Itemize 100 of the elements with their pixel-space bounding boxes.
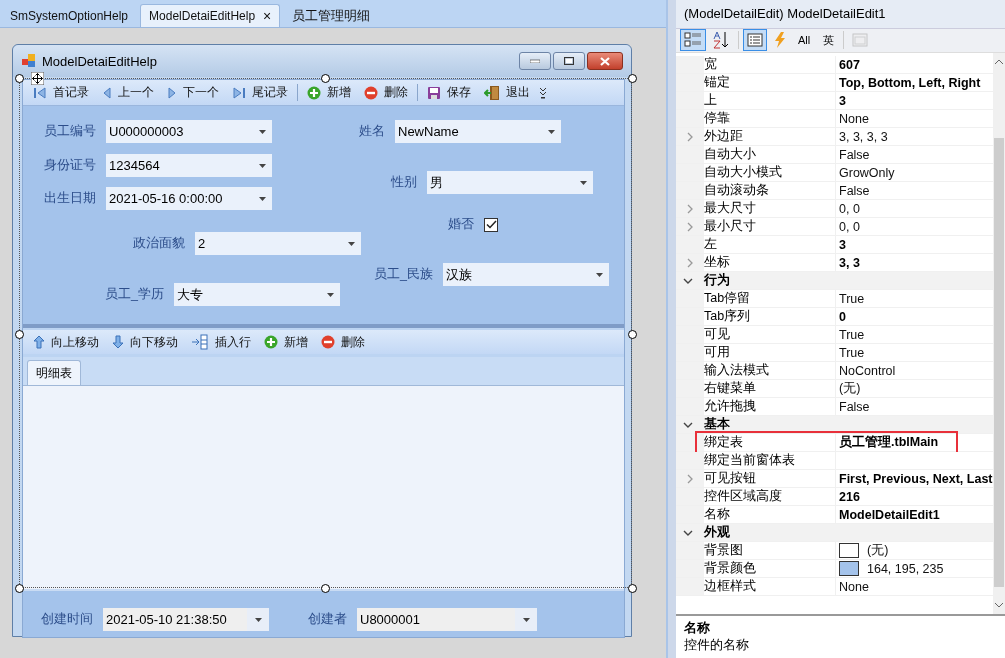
- property-row[interactable]: 输入法模式 NoControl: [676, 362, 993, 381]
- property-value[interactable]: Top, Bottom, Left, Right: [839, 75, 981, 90]
- property-row[interactable]: 可见 True: [676, 326, 993, 345]
- property-row[interactable]: 自动大小 False: [676, 146, 993, 165]
- dropdown-field[interactable]: 2021-05-16 0:00:00: [106, 187, 272, 210]
- resize-handle[interactable]: [628, 74, 637, 83]
- resize-handle[interactable]: [628, 584, 637, 593]
- property-row[interactable]: 名称 ModelDetailEdit1: [676, 506, 993, 525]
- toolbar-button[interactable]: 英: [817, 29, 839, 52]
- property-row[interactable]: 允许拖拽 False: [676, 398, 993, 417]
- property-row[interactable]: 背景颜色 164, 195, 235: [676, 560, 993, 579]
- property-row[interactable]: 上 3: [676, 92, 993, 111]
- property-value[interactable]: 0, 0: [839, 201, 860, 216]
- toolbar-button[interactable]: 尾记录: [226, 81, 294, 104]
- property-value[interactable]: 607: [839, 57, 860, 72]
- toolbar-button[interactable]: 插入行: [185, 331, 257, 353]
- property-value[interactable]: (无): [867, 542, 889, 560]
- document-tab[interactable]: 员工管理明细: [284, 5, 379, 27]
- dropdown-field[interactable]: 汉族: [443, 263, 609, 286]
- toolbar-button[interactable]: 退出: [478, 81, 536, 104]
- toolbar-button[interactable]: [680, 29, 706, 52]
- property-value[interactable]: 员工管理.tblMain: [839, 434, 939, 452]
- resize-handle[interactable]: [628, 330, 637, 339]
- dropdown-field[interactable]: 男: [427, 171, 593, 194]
- maximize-button[interactable]: [553, 52, 585, 70]
- dropdown-field[interactable]: NewName: [395, 120, 561, 143]
- property-value[interactable]: ModelDetailEdit1: [839, 507, 940, 522]
- property-row[interactable]: 最大尺寸 0, 0: [676, 200, 993, 219]
- toolbar-button[interactable]: 向下移动: [106, 331, 184, 353]
- property-row[interactable]: Tab停留 True: [676, 290, 993, 309]
- property-row[interactable]: 背景图 (无): [676, 542, 993, 561]
- move-handle-icon[interactable]: [31, 72, 44, 85]
- resize-handle[interactable]: [15, 584, 24, 593]
- property-row[interactable]: 左 3: [676, 236, 993, 255]
- property-row[interactable]: 绑定当前窗体表: [676, 452, 993, 471]
- scroll-up-icon[interactable]: [995, 59, 1003, 65]
- close-tab-button[interactable]: ×: [263, 8, 272, 24]
- resize-handle[interactable]: [321, 74, 330, 83]
- property-value[interactable]: 164, 195, 235: [867, 561, 944, 576]
- toolbar-button[interactable]: 删除: [315, 331, 371, 353]
- property-value[interactable]: False: [839, 399, 870, 414]
- property-value[interactable]: False: [839, 147, 870, 162]
- property-row[interactable]: 停靠 None: [676, 110, 993, 129]
- expand-chevron-icon[interactable]: [686, 257, 694, 268]
- expand-chevron-icon[interactable]: [686, 203, 694, 214]
- expand-chevron-icon[interactable]: [686, 221, 694, 232]
- dropdown-field[interactable]: 大专: [174, 283, 340, 306]
- overflow-icon[interactable]: [539, 86, 547, 99]
- object-selector[interactable]: (ModelDetailEdit) ModelDetailEdit1: [676, 0, 1005, 29]
- property-value[interactable]: 3, 3, 3, 3: [839, 129, 888, 144]
- toolbar-button[interactable]: All: [793, 29, 815, 52]
- close-button[interactable]: [587, 52, 623, 70]
- property-value[interactable]: 3: [839, 93, 846, 108]
- scrollbar-thumb[interactable]: [994, 138, 1004, 587]
- dropdown-field[interactable]: U000000003: [106, 120, 272, 143]
- property-value[interactable]: 216: [839, 489, 860, 504]
- property-row[interactable]: 最小尺寸 0, 0: [676, 218, 993, 237]
- property-row[interactable]: 边框样式 None: [676, 578, 993, 597]
- property-value[interactable]: First, Previous, Next, Last: [839, 471, 993, 486]
- property-value[interactable]: 0: [839, 309, 846, 324]
- property-value[interactable]: True: [839, 345, 865, 360]
- property-value[interactable]: 0, 0: [839, 219, 860, 234]
- property-value[interactable]: (无): [839, 380, 861, 398]
- property-row[interactable]: 右键菜单 (无): [676, 380, 993, 399]
- scroll-down-icon[interactable]: [995, 603, 1003, 608]
- document-tab[interactable]: SmSystemOptionHelp: [2, 5, 137, 27]
- expand-chevron-icon[interactable]: [686, 131, 694, 142]
- property-row[interactable]: 自动大小模式 GrowOnly: [676, 164, 993, 183]
- property-value[interactable]: None: [839, 111, 869, 126]
- property-value[interactable]: True: [839, 291, 865, 306]
- property-row[interactable]: 可见按钮 First, Previous, Next, Last: [676, 470, 993, 489]
- toolbar-button[interactable]: 下一个: [161, 81, 225, 104]
- toolbar-button[interactable]: 保存: [421, 81, 477, 104]
- property-value[interactable]: 3, 3: [839, 255, 860, 270]
- scrollbar[interactable]: [993, 53, 1005, 614]
- toolbar-button[interactable]: 删除: [358, 81, 414, 104]
- property-value[interactable]: 3: [839, 237, 846, 252]
- toolbar-button[interactable]: 上一个: [96, 81, 160, 104]
- property-row[interactable]: 锚定 Top, Bottom, Left, Right: [676, 74, 993, 93]
- checkbox[interactable]: [484, 217, 498, 232]
- detail-tab[interactable]: 明细表: [27, 360, 81, 385]
- property-row[interactable]: 外边距 3, 3, 3, 3: [676, 128, 993, 147]
- property-value[interactable]: False: [839, 183, 870, 198]
- property-value[interactable]: None: [839, 579, 869, 594]
- dropdown-field[interactable]: 2: [195, 232, 361, 255]
- toolbar-button[interactable]: [743, 29, 767, 52]
- property-row[interactable]: 宽 607: [676, 56, 993, 75]
- property-value[interactable]: NoControl: [839, 363, 896, 378]
- property-row[interactable]: 绑定表 员工管理.tblMain: [676, 434, 993, 453]
- toolbar-button[interactable]: 新增: [258, 331, 314, 353]
- property-row[interactable]: 自动滚动条 False: [676, 182, 993, 201]
- property-value[interactable]: GrowOnly: [839, 165, 895, 180]
- toolbar-button[interactable]: 首记录: [27, 81, 95, 104]
- toolbar-button[interactable]: 向上移动: [27, 331, 105, 353]
- resize-handle[interactable]: [321, 584, 330, 593]
- property-row[interactable]: 可用 True: [676, 344, 993, 363]
- resize-handle[interactable]: [15, 330, 24, 339]
- expand-chevron-icon[interactable]: [686, 473, 694, 484]
- property-value[interactable]: True: [839, 327, 865, 342]
- document-tab[interactable]: ModelDetaiEditHelp ×: [140, 4, 281, 27]
